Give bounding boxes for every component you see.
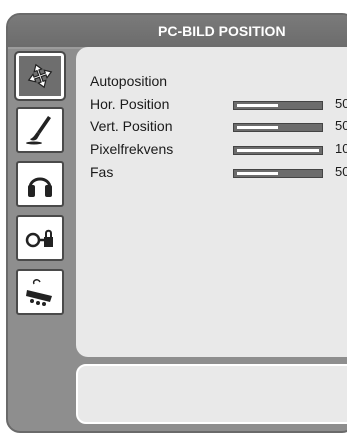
headphones-icon xyxy=(28,177,52,197)
slider-value: 50 xyxy=(335,164,347,179)
menu-item-label: Pixelfrekvens xyxy=(90,141,174,157)
fas-slider[interactable] xyxy=(233,169,323,178)
slider-value: 50 xyxy=(335,96,347,111)
menu-item-autoposition[interactable]: Autoposition xyxy=(90,73,347,91)
pixelfrekvens-slider[interactable] xyxy=(233,146,323,155)
menu-item-vert-position[interactable]: Vert. Position 50 xyxy=(90,118,347,136)
menu-item-label: Autoposition xyxy=(90,73,168,89)
menu-item-label: Fas xyxy=(90,164,114,180)
menu-panel: Autoposition Hor. Position 50 Vert. Posi… xyxy=(76,47,347,357)
sidebar-item-headphones[interactable] xyxy=(16,161,64,207)
menu-item-fas[interactable]: Fas 50 xyxy=(90,164,347,182)
sidebar-item-connector[interactable] xyxy=(16,269,64,315)
page-title: PC-BILD POSITION xyxy=(158,23,286,39)
slider-fill xyxy=(237,149,319,152)
osd-window: PC-BILD POSITION Autoposition Hor. Posit… xyxy=(6,13,347,433)
menu-item-label: Vert. Position xyxy=(90,118,173,134)
picture-position-icon xyxy=(27,63,53,89)
slider-value: 50 xyxy=(335,118,347,133)
connector-icon xyxy=(26,279,52,306)
sidebar-item-key-lock[interactable] xyxy=(16,215,64,261)
slider-fill xyxy=(237,172,278,175)
menu-item-label: Hor. Position xyxy=(90,96,170,112)
brush-icon xyxy=(26,116,51,145)
key-lock-icon xyxy=(25,229,53,248)
title-bar: PC-BILD POSITION xyxy=(8,15,347,49)
sidebar-item-picture-position[interactable] xyxy=(14,51,66,101)
slider-fill xyxy=(237,104,278,107)
info-box xyxy=(76,364,347,424)
menu-item-hor-position[interactable]: Hor. Position 50 xyxy=(90,96,347,114)
hor-position-slider[interactable] xyxy=(233,101,323,110)
slider-value: 100 xyxy=(335,141,347,156)
vert-position-slider[interactable] xyxy=(233,123,323,132)
sidebar-item-brush[interactable] xyxy=(16,107,64,153)
menu-item-pixelfrekvens[interactable]: Pixelfrekvens 100 xyxy=(90,141,347,159)
slider-fill xyxy=(237,126,278,129)
